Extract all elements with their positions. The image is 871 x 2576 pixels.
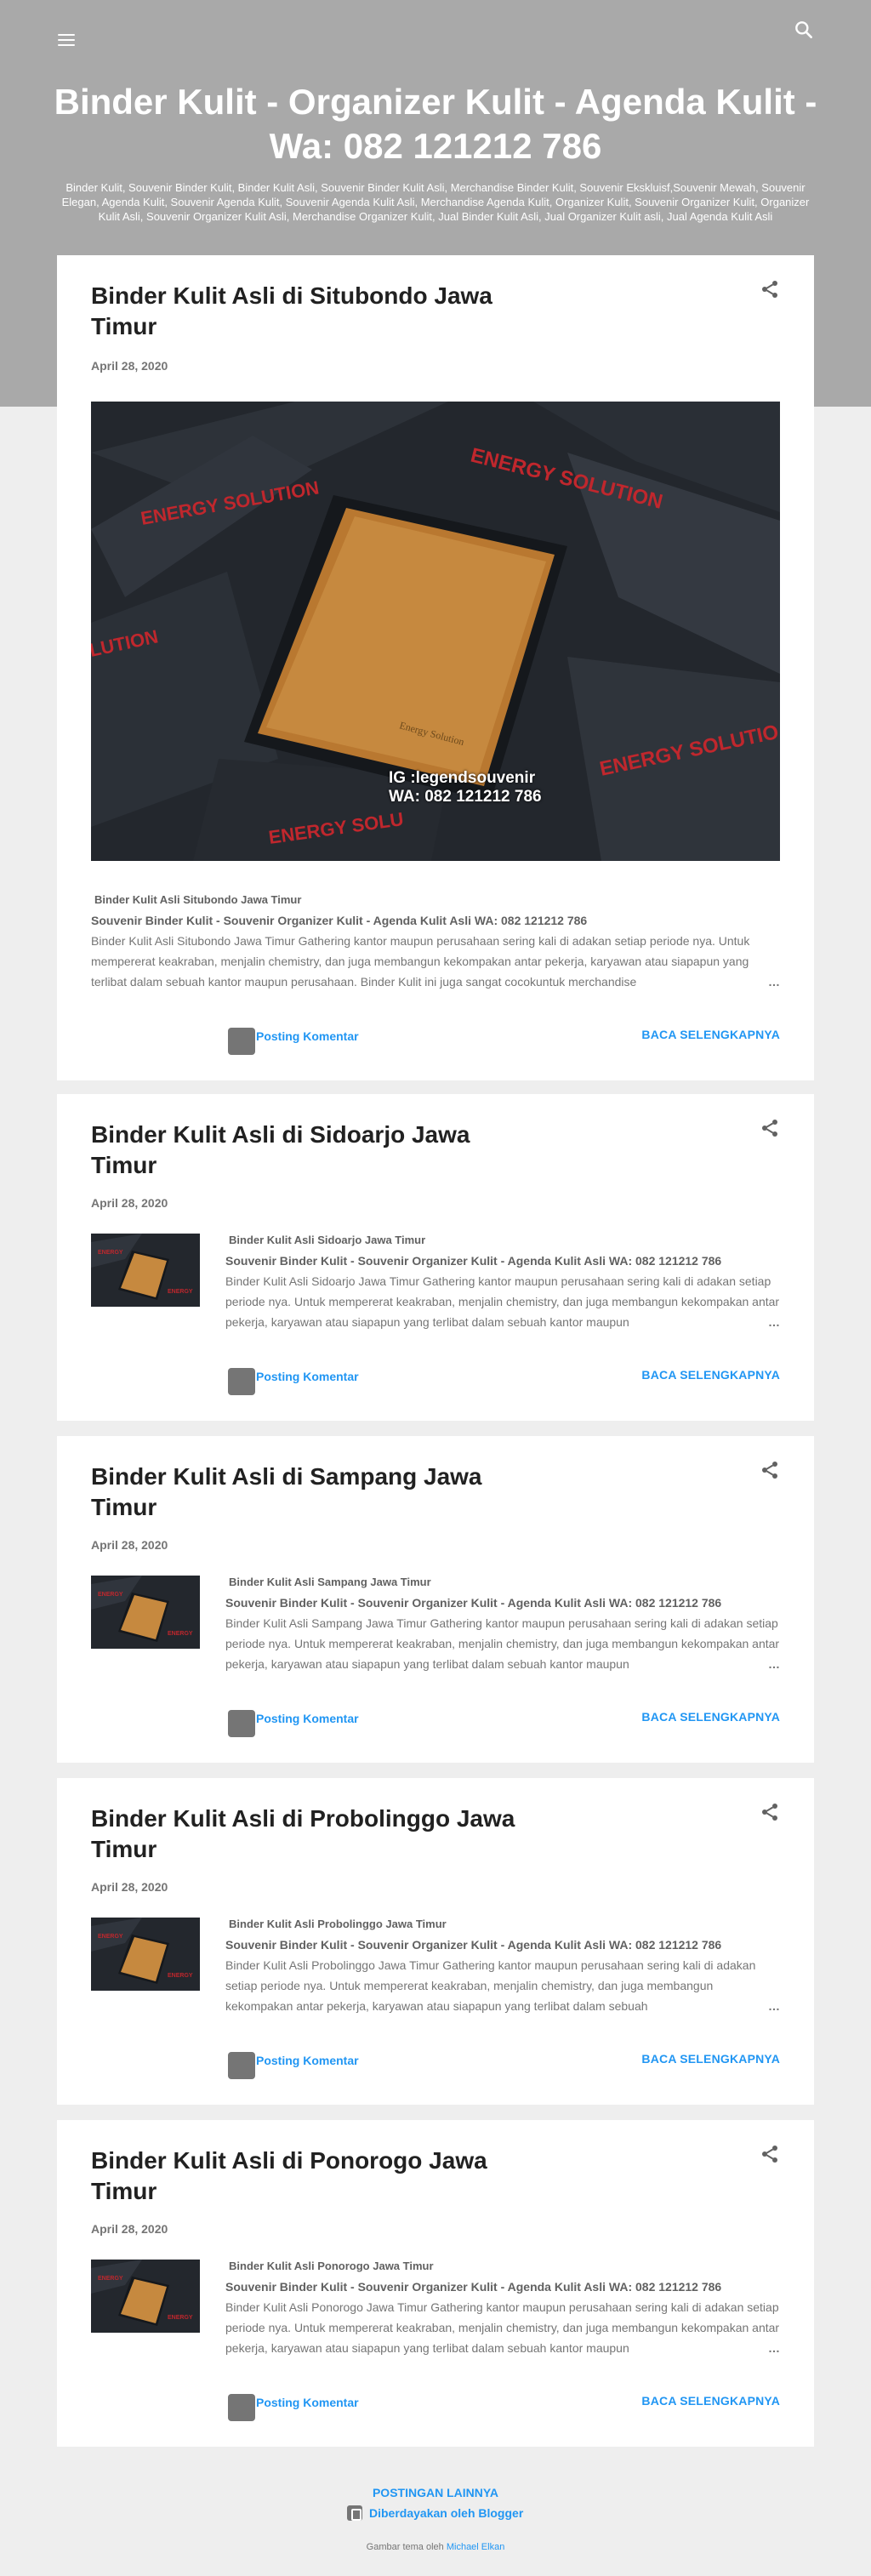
author-avatar[interactable] bbox=[228, 2052, 255, 2079]
post-hero-image[interactable]: ENERGY SOLUTION ENERGY SOLUTION ENERGY S… bbox=[91, 402, 780, 861]
svg-text:ENERGY: ENERGY bbox=[98, 1934, 123, 1940]
snippet-body: Binder Kulit Asli Probolinggo Jawa Timur… bbox=[225, 1958, 756, 2013]
snippet-subtitle: Souvenir Binder Kulit - Souvenir Organiz… bbox=[225, 1254, 722, 1268]
image-caption-wa: WA: 082 121212 786 bbox=[389, 788, 542, 806]
blog-description: Binder Kulit, Souvenir Binder Kulit, Bin… bbox=[61, 181, 810, 223]
post-card: Binder Kulit Asli di Sidoarjo Jawa Timur… bbox=[57, 1094, 814, 1421]
post-comment-link[interactable]: Posting Komentar bbox=[256, 2396, 359, 2409]
post-comment-link[interactable]: Posting Komentar bbox=[256, 1029, 359, 1043]
svg-text:ENERGY: ENERGY bbox=[98, 2276, 123, 2282]
post-snippet: Binder Kulit Asli Ponorogo Jawa Timur So… bbox=[225, 2256, 780, 2358]
svg-text:ENERGY: ENERGY bbox=[98, 1592, 123, 1598]
post-snippet: Binder Kulit Asli Situbondo Jawa Timur S… bbox=[91, 890, 780, 992]
share-icon[interactable] bbox=[760, 1802, 780, 1822]
share-icon[interactable] bbox=[760, 1118, 780, 1138]
post-snippet: Binder Kulit Asli Sidoarjo Jawa Timur So… bbox=[225, 1230, 780, 1332]
post-card: Binder Kulit Asli di Sampang Jawa Timur … bbox=[57, 1436, 814, 1763]
post-date: April 28, 2020 bbox=[91, 1196, 168, 1210]
snippet-title: Binder Kulit Asli Situbondo Jawa Timur bbox=[94, 893, 302, 906]
post-comment-link[interactable]: Posting Komentar bbox=[256, 1712, 359, 1725]
post-date: April 28, 2020 bbox=[91, 1538, 168, 1552]
read-more-link[interactable]: BACA SELENGKAPNYA bbox=[641, 1028, 780, 1041]
blogger-icon bbox=[347, 2505, 362, 2521]
post-title[interactable]: Binder Kulit Asli di Ponorogo Jawa Timur bbox=[91, 2146, 533, 2207]
blog-title[interactable]: Binder Kulit - Organizer Kulit - Agenda … bbox=[51, 80, 820, 168]
share-icon[interactable] bbox=[760, 1460, 780, 1480]
snippet-ellipsis: … bbox=[768, 1999, 780, 2013]
image-caption-ig: IG :legendsouvenir bbox=[389, 769, 536, 787]
share-icon[interactable] bbox=[760, 2144, 780, 2164]
snippet-ellipsis: … bbox=[768, 2341, 780, 2355]
post-snippet: Binder Kulit Asli Probolinggo Jawa Timur… bbox=[225, 1914, 780, 2016]
post-card: Binder Kulit Asli di Situbondo Jawa Timu… bbox=[57, 255, 814, 1080]
read-more-link[interactable]: BACA SELENGKAPNYA bbox=[641, 1710, 780, 1724]
post-date: April 28, 2020 bbox=[91, 2222, 168, 2236]
snippet-body: Binder Kulit Asli Situbondo Jawa Timur G… bbox=[91, 934, 750, 989]
post-thumbnail[interactable]: ENERGY ENERGY bbox=[91, 1576, 200, 1649]
theme-author-link[interactable]: Michael Elkan bbox=[447, 2542, 504, 2552]
read-more-link[interactable]: BACA SELENGKAPNYA bbox=[641, 2394, 780, 2408]
powered-by-label: Diberdayakan oleh Blogger bbox=[369, 2506, 524, 2520]
snippet-title: Binder Kulit Asli Ponorogo Jawa Timur bbox=[229, 2260, 434, 2272]
read-more-link[interactable]: BACA SELENGKAPNYA bbox=[641, 2052, 780, 2066]
author-avatar[interactable] bbox=[228, 1368, 255, 1395]
snippet-ellipsis: … bbox=[768, 1315, 780, 1329]
post-snippet: Binder Kulit Asli Sampang Jawa Timur Sou… bbox=[225, 1572, 780, 1674]
snippet-ellipsis: … bbox=[768, 975, 780, 989]
snippet-subtitle: Souvenir Binder Kulit - Souvenir Organiz… bbox=[225, 1596, 722, 1610]
post-title[interactable]: Binder Kulit Asli di Sidoarjo Jawa Timur bbox=[91, 1120, 533, 1181]
post-date: April 28, 2020 bbox=[91, 1880, 168, 1894]
post-date: April 28, 2020 bbox=[91, 359, 168, 373]
svg-text:ENERGY: ENERGY bbox=[168, 2315, 193, 2321]
theme-attribution-prefix: Gambar tema oleh bbox=[366, 2542, 444, 2552]
share-icon[interactable] bbox=[760, 279, 780, 299]
svg-text:ENERGY: ENERGY bbox=[98, 1250, 123, 1256]
post-comment-link[interactable]: Posting Komentar bbox=[256, 2054, 359, 2067]
snippet-subtitle: Souvenir Binder Kulit - Souvenir Organiz… bbox=[225, 1938, 722, 1952]
theme-attribution: Gambar tema oleh Michael Elkan bbox=[0, 2542, 871, 2552]
snippet-title: Binder Kulit Asli Sampang Jawa Timur bbox=[229, 1576, 431, 1588]
post-title[interactable]: Binder Kulit Asli di Situbondo Jawa Timu… bbox=[91, 281, 533, 342]
snippet-subtitle: Souvenir Binder Kulit - Souvenir Organiz… bbox=[91, 914, 588, 927]
post-thumbnail[interactable]: ENERGY ENERGY bbox=[91, 1918, 200, 1991]
search-icon[interactable] bbox=[793, 19, 815, 41]
read-more-link[interactable]: BACA SELENGKAPNYA bbox=[641, 1368, 780, 1382]
snippet-ellipsis: … bbox=[768, 1657, 780, 1671]
post-comment-link[interactable]: Posting Komentar bbox=[256, 1370, 359, 1383]
svg-text:ENERGY: ENERGY bbox=[168, 1631, 193, 1637]
older-posts-link[interactable]: POSTINGAN LAINNYA bbox=[0, 2486, 871, 2499]
post-card: Binder Kulit Asli di Ponorogo Jawa Timur… bbox=[57, 2120, 814, 2447]
hamburger-menu-icon[interactable] bbox=[58, 34, 75, 48]
powered-by-blogger-link[interactable]: Diberdayakan oleh Blogger bbox=[347, 2505, 523, 2522]
post-thumbnail[interactable]: ENERGY ENERGY bbox=[91, 2260, 200, 2333]
post-title[interactable]: Binder Kulit Asli di Probolinggo Jawa Ti… bbox=[91, 1804, 533, 1865]
snippet-title: Binder Kulit Asli Sidoarjo Jawa Timur bbox=[229, 1234, 426, 1246]
post-title[interactable]: Binder Kulit Asli di Sampang Jawa Timur bbox=[91, 1462, 533, 1523]
author-avatar[interactable] bbox=[228, 2394, 255, 2421]
post-card: Binder Kulit Asli di Probolinggo Jawa Ti… bbox=[57, 1778, 814, 2105]
svg-text:ENERGY: ENERGY bbox=[168, 1289, 193, 1295]
author-avatar[interactable] bbox=[228, 1710, 255, 1737]
snippet-subtitle: Souvenir Binder Kulit - Souvenir Organiz… bbox=[225, 2280, 722, 2294]
svg-text:ENERGY: ENERGY bbox=[168, 1973, 193, 1979]
post-thumbnail[interactable]: ENERGY ENERGY bbox=[91, 1234, 200, 1307]
snippet-title: Binder Kulit Asli Probolinggo Jawa Timur bbox=[229, 1918, 447, 1930]
author-avatar[interactable] bbox=[228, 1028, 255, 1055]
